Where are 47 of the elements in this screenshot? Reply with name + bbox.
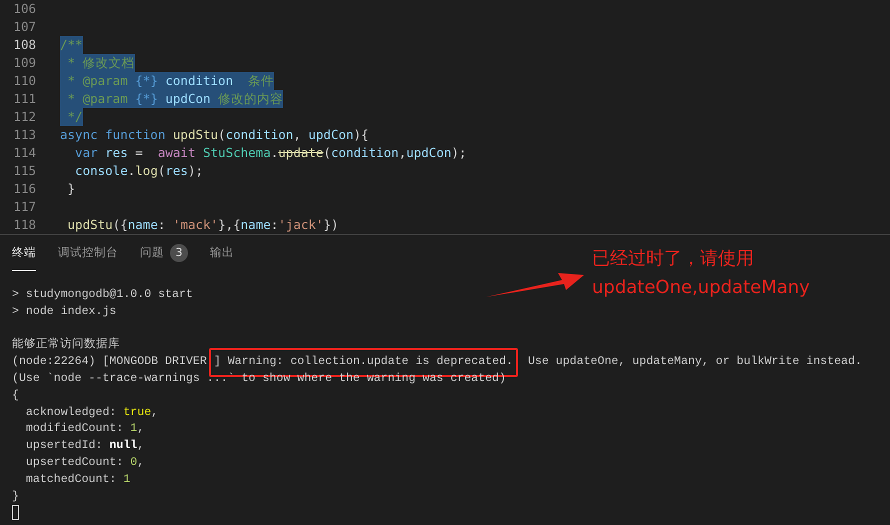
panel-tab[interactable]: 终端 [12,235,36,271]
line-number: 109 [12,54,36,72]
annotation-text: 已经过时了，请使用 [592,247,755,271]
count-badge: 3 [170,244,188,262]
terminal-text: 能够正常访问数据库 [12,338,120,352]
arrow-icon [484,270,586,300]
code-line: updStu({name: 'mack'},{name:'jack'}) [66,216,339,234]
terminal-text: matchedCount: [24,472,118,486]
line-number: 111 [12,90,36,108]
line-number: 114 [12,144,36,162]
annotation-text: updateOne,updateMany [592,276,810,300]
line-number: 110 [12,72,36,90]
line-number: 106 [12,0,36,18]
code-line: async function updStu(condition, updCon){ [60,126,369,144]
terminal-text: (node:22264) [MONGODB DRIVER [12,355,207,368]
code-line: var res = await StuSchema.update(condition,updCon); [74,144,466,162]
terminal-text: { [12,388,19,402]
terminal-text: acknowledged: [24,406,118,419]
line-number: 117 [12,198,36,216]
line-number: 107 [12,18,36,36]
terminal-text: , [137,456,144,469]
terminal-text: } [12,490,19,503]
terminal-text: 0 [130,456,138,469]
line-number: 115 [12,162,36,180]
code-line: console.log(res); [74,162,204,180]
line-number: 116 [12,180,36,198]
line-number: 118 [12,216,36,234]
panel-tab[interactable]: 调试控制台 [58,235,118,271]
terminal-text: null [109,439,138,452]
panel-tab[interactable]: 输出 [210,235,234,271]
terminal-text: > studymongodb@1.0.0 start [12,288,193,301]
terminal-text: , [137,439,144,452]
terminal-text: modifiedCount: [24,422,124,436]
terminal-text: , [137,422,144,436]
terminal-text: , [151,406,158,419]
terminal-text: upsertedCount: [24,456,124,469]
terminal-text: 1 [123,472,130,486]
panel-tab[interactable]: 问题 3 [140,235,188,271]
line-number: 112 [12,108,36,126]
terminal-text: > node index.js [12,304,116,318]
terminal-text: Use updateOne, updateMany, or bulkWrite instead. [526,355,862,368]
terminal-text: upsertedId: [24,439,104,452]
line-number: 113 [12,126,36,144]
terminal-text: 1 [130,422,138,436]
line-number: 108 [12,36,36,54]
terminal-text: true [123,406,152,419]
code-line: } [66,180,76,198]
